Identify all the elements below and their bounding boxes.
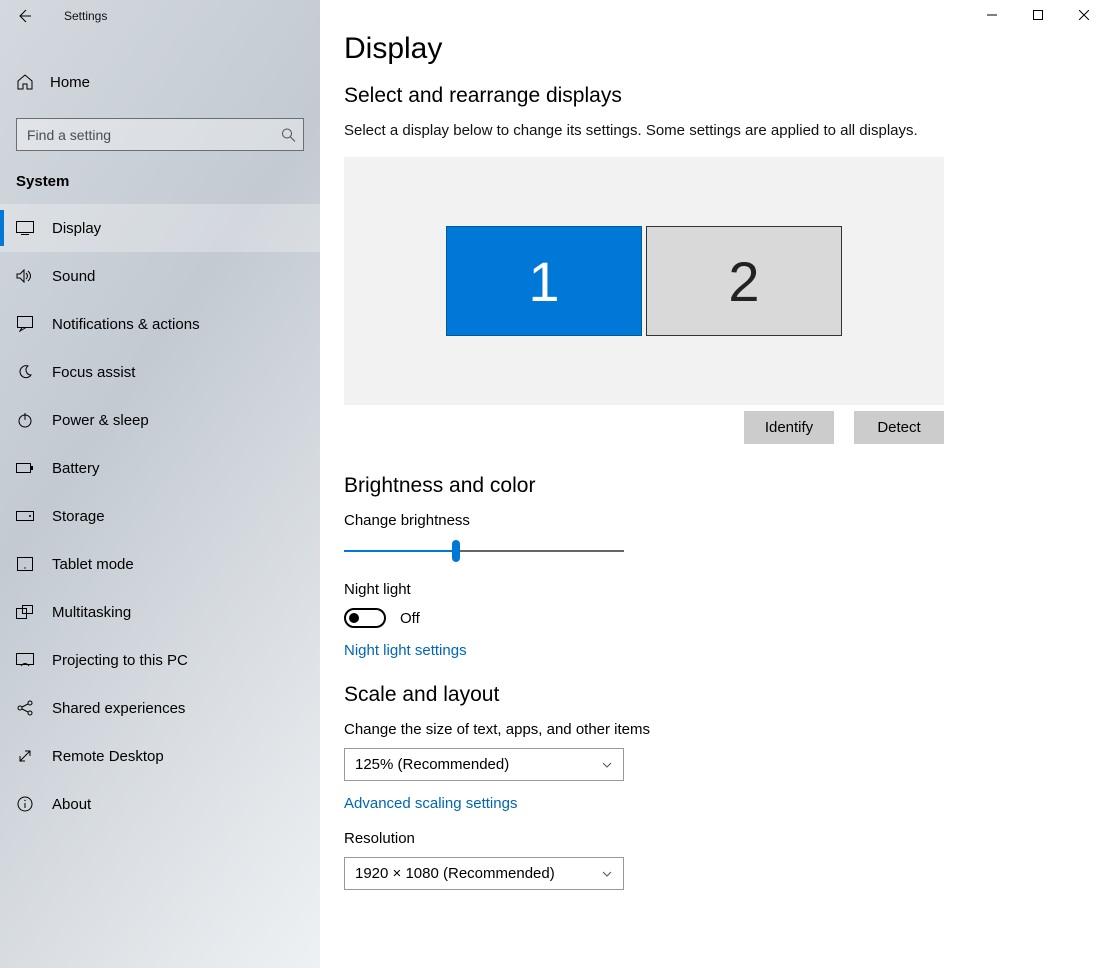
sidebar-item-remote-desktop[interactable]: Remote Desktop	[0, 732, 320, 780]
sound-icon	[16, 269, 34, 283]
scale-dropdown[interactable]: 125% (Recommended)	[344, 748, 624, 781]
sidebar-item-storage[interactable]: Storage	[0, 492, 320, 540]
sidebar-item-label: Projecting to this PC	[52, 652, 188, 669]
minimize-button[interactable]	[969, 0, 1015, 30]
search-icon	[281, 127, 296, 142]
sidebar: Settings Home System Display Sound Notif…	[0, 0, 320, 968]
tablet-icon	[16, 557, 34, 571]
display-arrange-canvas[interactable]: 1 2	[344, 157, 944, 405]
window-controls	[969, 0, 1107, 30]
scale-label: Change the size of text, apps, and other…	[344, 721, 1107, 738]
search-input[interactable]	[16, 118, 304, 151]
power-icon	[16, 412, 34, 428]
display-icon	[16, 221, 34, 235]
resolution-dropdown[interactable]: 1920 × 1080 (Recommended)	[344, 857, 624, 890]
notifications-icon	[16, 316, 34, 332]
monitor-1[interactable]: 1	[446, 226, 642, 336]
sidebar-item-label: Focus assist	[52, 364, 135, 381]
back-button[interactable]	[8, 0, 40, 32]
sidebar-item-projecting[interactable]: Projecting to this PC	[0, 636, 320, 684]
resolution-value: 1920 × 1080 (Recommended)	[355, 865, 555, 882]
night-light-label: Night light	[344, 581, 1107, 598]
sidebar-category: System	[0, 151, 320, 198]
page-title: Display	[344, 32, 1107, 66]
resolution-label: Resolution	[344, 830, 1107, 847]
sidebar-item-label: Multitasking	[52, 604, 131, 621]
maximize-button[interactable]	[1015, 0, 1061, 30]
section-scale-title: Scale and layout	[344, 683, 1107, 707]
chevron-down-icon	[601, 868, 613, 880]
advanced-scaling-link[interactable]: Advanced scaling settings	[344, 795, 517, 812]
titlebar-left: Settings	[0, 0, 320, 32]
sidebar-item-about[interactable]: About	[0, 780, 320, 828]
sidebar-item-label: Remote Desktop	[52, 748, 164, 765]
section-arrange-title: Select and rearrange displays	[344, 84, 1107, 108]
minimize-icon	[987, 10, 997, 20]
sidebar-item-label: About	[52, 796, 91, 813]
arrange-button-row: Identify Detect	[344, 411, 944, 444]
maximize-icon	[1033, 10, 1043, 20]
sidebar-item-shared-experiences[interactable]: Shared experiences	[0, 684, 320, 732]
detect-button[interactable]: Detect	[854, 411, 944, 444]
focus-assist-icon	[16, 364, 34, 380]
main-panel: Display Select and rearrange displays Se…	[320, 0, 1107, 968]
battery-icon	[16, 462, 34, 474]
sidebar-item-power-sleep[interactable]: Power & sleep	[0, 396, 320, 444]
brightness-slider[interactable]	[344, 539, 624, 563]
sidebar-item-label: Tablet mode	[52, 556, 134, 573]
search-wrap	[16, 118, 304, 151]
sidebar-item-display[interactable]: Display	[0, 204, 320, 252]
sidebar-item-label: Storage	[52, 508, 105, 525]
sidebar-item-label: Shared experiences	[52, 700, 185, 717]
home-icon	[16, 73, 34, 91]
identify-button[interactable]: Identify	[744, 411, 834, 444]
night-light-toggle[interactable]	[344, 608, 386, 628]
home-label: Home	[50, 74, 90, 91]
sidebar-item-multitasking[interactable]: Multitasking	[0, 588, 320, 636]
scale-value: 125% (Recommended)	[355, 756, 509, 773]
sidebar-item-label: Power & sleep	[52, 412, 149, 429]
brightness-label: Change brightness	[344, 512, 1107, 529]
monitor-2[interactable]: 2	[646, 226, 842, 336]
storage-icon	[16, 511, 34, 521]
shared-icon	[16, 700, 34, 716]
toggle-knob	[349, 613, 359, 623]
close-button[interactable]	[1061, 0, 1107, 30]
remote-icon	[16, 748, 34, 764]
section-brightness-title: Brightness and color	[344, 474, 1107, 498]
sidebar-item-label: Sound	[52, 268, 95, 285]
sidebar-item-battery[interactable]: Battery	[0, 444, 320, 492]
sidebar-nav: Display Sound Notifications & actions Fo…	[0, 204, 320, 828]
back-arrow-icon	[16, 8, 32, 24]
projecting-icon	[16, 653, 34, 667]
sidebar-item-label: Battery	[52, 460, 100, 477]
night-light-settings-link[interactable]: Night light settings	[344, 642, 467, 659]
night-light-state: Off	[400, 610, 420, 627]
sidebar-item-label: Notifications & actions	[52, 316, 200, 333]
app-title: Settings	[64, 9, 107, 23]
sidebar-item-tablet-mode[interactable]: Tablet mode	[0, 540, 320, 588]
slider-fill	[344, 550, 456, 552]
night-light-row: Off	[344, 608, 1107, 628]
sidebar-item-sound[interactable]: Sound	[0, 252, 320, 300]
slider-thumb[interactable]	[452, 540, 460, 562]
sidebar-home[interactable]: Home	[0, 60, 320, 104]
chevron-down-icon	[601, 759, 613, 771]
sidebar-item-focus-assist[interactable]: Focus assist	[0, 348, 320, 396]
about-icon	[16, 796, 34, 812]
close-icon	[1079, 10, 1089, 20]
sidebar-item-label: Display	[52, 220, 101, 237]
sidebar-item-notifications[interactable]: Notifications & actions	[0, 300, 320, 348]
multitasking-icon	[16, 605, 34, 619]
section-arrange-desc: Select a display below to change its set…	[344, 122, 1044, 139]
